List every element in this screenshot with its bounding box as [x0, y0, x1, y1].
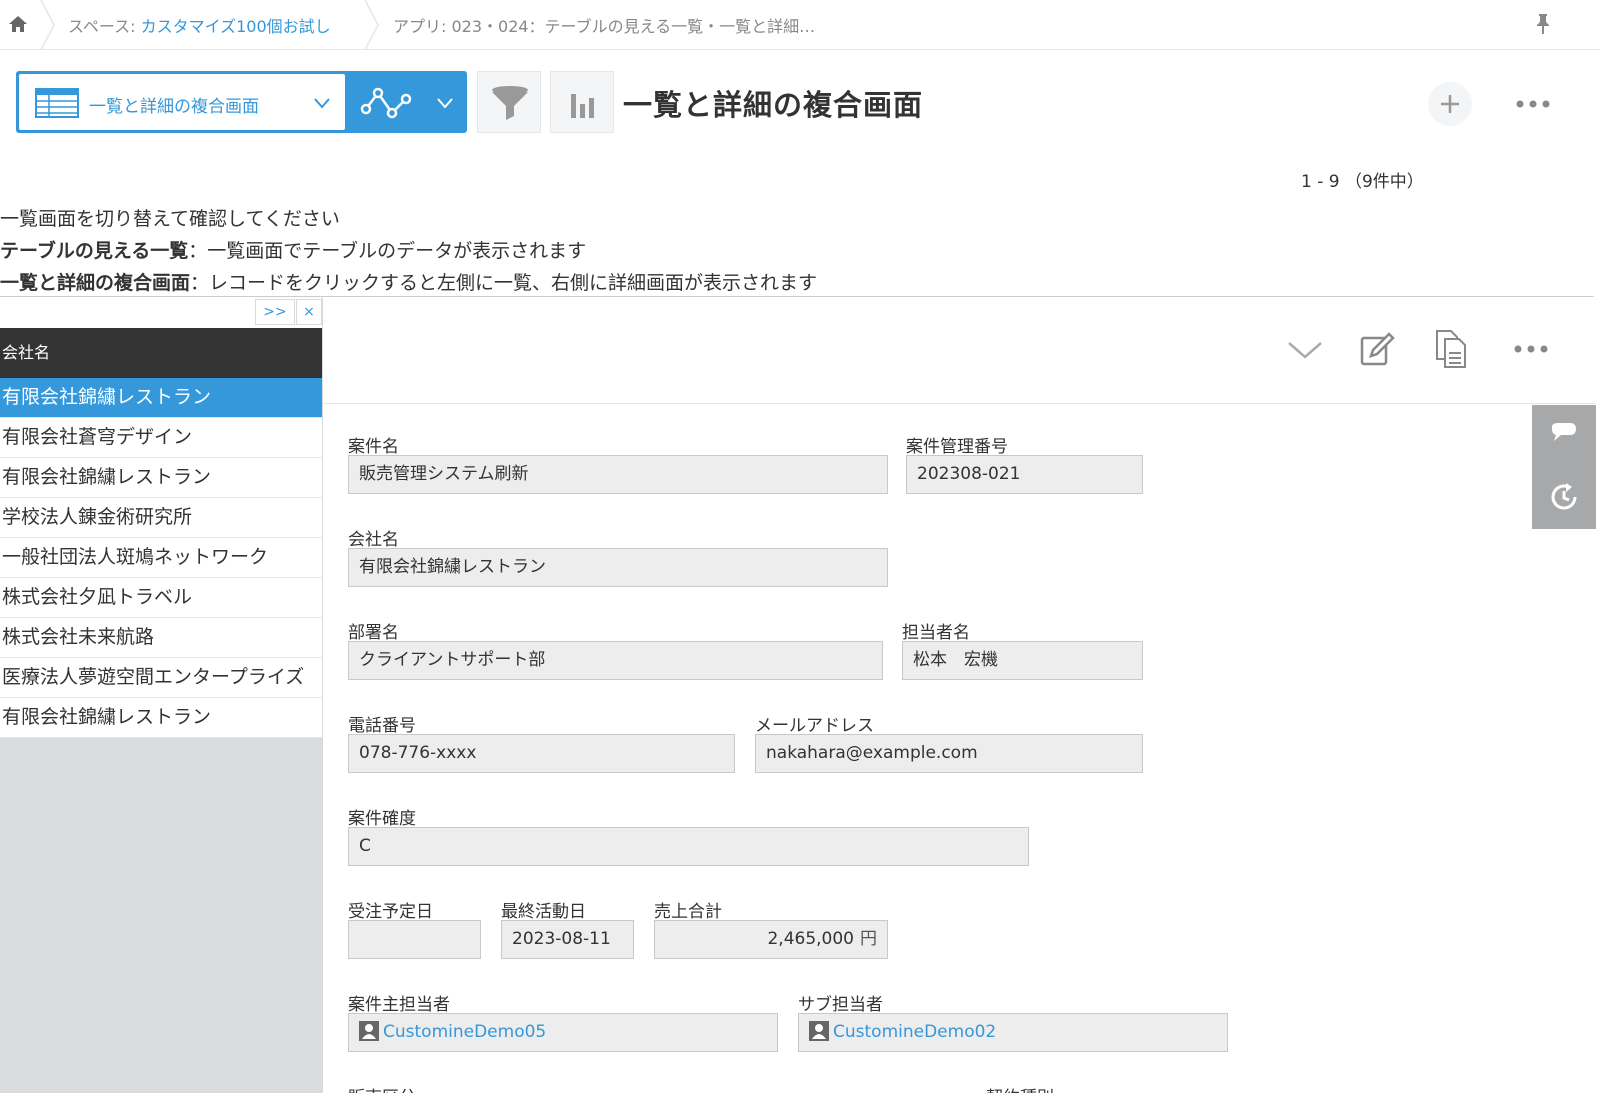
close-list-button[interactable]: ×: [296, 299, 322, 325]
field-sub-owner: CustomineDemo02: [798, 1013, 1228, 1052]
user-icon: [809, 1021, 829, 1041]
field-label-sales-type: 販売区分: [348, 1083, 416, 1093]
pin-icon[interactable]: [1532, 12, 1554, 36]
filter-icon: [492, 86, 528, 120]
breadcrumb-separator: [40, 0, 55, 50]
list-item[interactable]: 株式会社夕凪トラベル: [0, 578, 322, 618]
bar-chart-icon: [571, 94, 594, 118]
more-options-icon[interactable]: [1511, 329, 1551, 369]
field-label-contract-type: 契約種別: [986, 1083, 1054, 1093]
list-column-header[interactable]: 会社名: [0, 328, 322, 378]
sub-owner-link[interactable]: CustomineDemo02: [833, 1022, 996, 1042]
description-line-3-term: 一覧と詳細の複合画面: [0, 272, 191, 294]
main-owner-link[interactable]: CustomineDemo05: [383, 1022, 546, 1042]
field-label-main-owner: 案件主担当者: [348, 995, 450, 1015]
field-label-email: メールアドレス: [755, 716, 874, 736]
expand-list-button[interactable]: >>: [255, 299, 295, 325]
list-item[interactable]: 有限会社錦繍レストラン: [0, 378, 322, 418]
list-item[interactable]: 株式会社未来航路: [0, 618, 322, 658]
field-project-no: 202308-021: [906, 455, 1143, 494]
field-certainty: C: [348, 827, 1029, 866]
field-label-sub-owner: サブ担当者: [798, 995, 883, 1015]
graph-menu-button[interactable]: [354, 77, 462, 127]
graph-icon: [360, 87, 453, 119]
field-person: 松本 宏機: [902, 641, 1143, 680]
user-icon: [359, 1021, 379, 1041]
sales-total-value: 2,465,000: [767, 929, 854, 949]
plus-icon: [1441, 95, 1459, 113]
list-item[interactable]: 有限会社蒼穹デザイン: [0, 418, 322, 458]
record-list-pane: >> × 会社名 有限会社錦繍レストラン 有限会社蒼穹デザイン 有限会社錦繍レストラ…: [0, 296, 322, 1093]
field-dept: クライアントサポート部: [348, 641, 883, 680]
breadcrumb-space-prefix: スペース:: [68, 17, 141, 36]
description-line-2-text: ：一覧画面でテーブルのデータが表示されます: [188, 240, 587, 262]
chevron-down-icon[interactable]: [1285, 329, 1325, 369]
more-options-icon[interactable]: [1514, 92, 1552, 116]
field-label-project-no: 案件管理番号: [906, 437, 1008, 457]
breadcrumb-app[interactable]: アプリ: 023・024：テーブルの見える一覧・一覧と詳細…: [393, 13, 815, 37]
field-last-activity: 2023-08-11: [501, 920, 634, 959]
view-switcher: 一覧と詳細の複合画面: [16, 71, 467, 133]
field-email: nakahara@example.com: [755, 734, 1143, 773]
field-label-order-date: 受注予定日: [348, 902, 433, 922]
record-list: 有限会社錦繍レストラン 有限会社蒼穹デザイン 有限会社錦繍レストラン 学校法人錬金術研…: [0, 378, 322, 738]
home-icon[interactable]: [6, 12, 30, 36]
comment-icon: [1552, 423, 1576, 441]
breadcrumb-separator: [364, 0, 379, 50]
view-select-label: 一覧と詳細の複合画面: [89, 97, 259, 117]
breadcrumb-space[interactable]: スペース: カスタマイズ100個お試し: [68, 13, 331, 37]
description-line-3-text: ：レコードをクリックすると左側に一覧、右側に詳細画面が表示されます: [190, 272, 818, 294]
history-icon: [1551, 483, 1577, 510]
list-item[interactable]: 医療法人夢遊空間エンタープライズ: [0, 658, 322, 698]
field-company: 有限会社錦繍レストラン: [348, 548, 888, 587]
add-record-button[interactable]: [1428, 82, 1472, 126]
description-line-1: 一覧画面を切り替えて確認してください: [0, 208, 340, 230]
field-label-dept: 部署名: [348, 623, 399, 643]
field-main-owner: CustomineDemo05: [348, 1013, 778, 1052]
list-item[interactable]: 有限会社錦繍レストラン: [0, 458, 322, 498]
field-label-certainty: 案件確度: [348, 809, 416, 829]
description-line-3: 一覧と詳細の複合画面：レコードをクリックすると左側に一覧、右側に詳細画面が表示さ…: [0, 268, 817, 295]
field-label-company: 会社名: [348, 530, 399, 550]
view-select-dropdown[interactable]: 一覧と詳細の複合画面: [19, 74, 345, 130]
field-label-sales-total: 売上合計: [654, 902, 722, 922]
record-detail-pane: 案件名 販売管理システム刷新 案件管理番号 202308-021 会社名 有限会…: [322, 296, 1595, 1093]
field-label-project-name: 案件名: [348, 437, 399, 457]
sales-total-unit: 円: [860, 929, 877, 949]
filter-button[interactable]: [477, 71, 541, 133]
field-project-name: 販売管理システム刷新: [348, 455, 888, 494]
graph-button[interactable]: [550, 71, 614, 133]
description-line-2-term: テーブルの見える一覧: [0, 240, 189, 262]
chevron-down-icon: [314, 98, 330, 109]
copy-record-icon[interactable]: [1431, 329, 1471, 369]
list-item[interactable]: 一般社団法人斑鳩ネットワーク: [0, 538, 322, 578]
history-tab[interactable]: [1532, 467, 1596, 529]
field-label-last-activity: 最終活動日: [501, 902, 586, 922]
comments-tab[interactable]: [1532, 405, 1596, 467]
list-item[interactable]: 有限会社錦繍レストラン: [0, 698, 322, 738]
list-item[interactable]: 学校法人錬金術研究所: [0, 498, 322, 538]
field-phone: 078-776-xxxx: [348, 734, 735, 773]
table-icon: [35, 88, 79, 118]
pagination-info: 1 - 9 （9件中）: [1301, 172, 1424, 192]
field-sales-total: 2,465,000 円: [654, 920, 888, 959]
field-label-person: 担当者名: [902, 623, 970, 643]
field-label-phone: 電話番号: [348, 716, 416, 736]
breadcrumb-space-link[interactable]: カスタマイズ100個お試し: [141, 17, 331, 36]
breadcrumb: スペース: カスタマイズ100個お試し アプリ: 023・024：テーブルの見え…: [0, 0, 1600, 50]
list-pane-controls: >> ×: [0, 297, 322, 328]
edit-icon[interactable]: [1357, 329, 1397, 369]
description-line-2: テーブルの見える一覧：一覧画面でテーブルのデータが表示されます: [0, 236, 586, 263]
page-title: 一覧と詳細の複合画面: [623, 88, 924, 122]
field-order-date: [348, 920, 481, 959]
detail-toolbar: [323, 297, 1595, 404]
